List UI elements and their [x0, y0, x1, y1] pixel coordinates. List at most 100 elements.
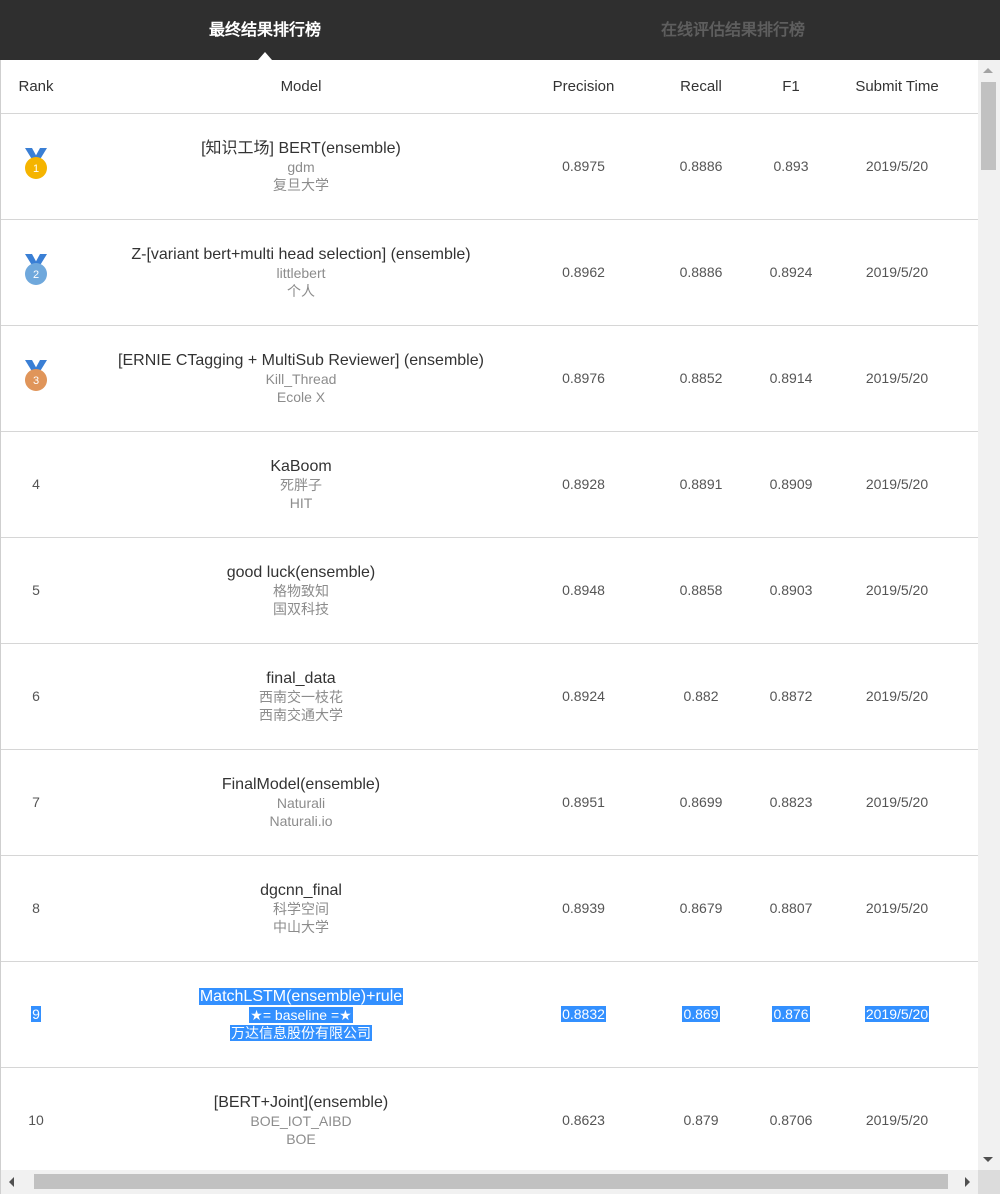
cell-recall-value: 0.8679 — [679, 899, 723, 916]
horizontal-scrollbar[interactable] — [1, 1170, 978, 1194]
team-name: gdm — [287, 159, 315, 175]
cell-submit-time: 2019/5/20 — [816, 961, 978, 1068]
cell-rank: 7 — [1, 749, 71, 856]
svg-text:2: 2 — [33, 269, 39, 281]
cell-precision-value: 0.8976 — [562, 369, 605, 386]
cell-precision-value: 0.8939 — [562, 899, 605, 916]
cell-rank: 6 — [1, 643, 71, 750]
cell-submit-time: 2019/5/20 — [816, 855, 978, 962]
cell-f1-value: 0.8914 — [769, 369, 813, 386]
model-name[interactable]: [知识工场] BERT(ensemble) — [201, 140, 401, 157]
cell-recall: 0.8858 — [636, 537, 766, 644]
cell-f1: 0.8706 — [766, 1067, 816, 1170]
team-name: 西南交一枝花 — [259, 689, 343, 705]
cell-f1: 0.893 — [766, 113, 816, 220]
organization-name: 复旦大学 — [273, 177, 329, 193]
team-name: BOE_IOT_AIBD — [250, 1113, 352, 1129]
model-name[interactable]: final_data — [266, 670, 335, 687]
cell-model: [BERT+Joint](ensemble) BOE_IOT_AIBD BOE — [71, 1067, 531, 1170]
cell-submit-time-value: 2019/5/20 — [865, 263, 929, 280]
svg-text:1: 1 — [33, 163, 39, 175]
header-precision: Precision — [531, 60, 636, 114]
cell-submit-time: 2019/5/20 — [816, 749, 978, 856]
rank-number: 9 — [31, 1005, 41, 1022]
organization-name: Naturali.io — [269, 813, 333, 829]
scroll-up-arrow-icon[interactable] — [983, 68, 993, 73]
model-name[interactable]: Z-[variant bert+multi head selection] (e… — [131, 246, 470, 263]
scroll-right-arrow-icon[interactable] — [965, 1177, 970, 1187]
cell-precision: 0.8623 — [531, 1067, 636, 1170]
horizontal-scroll-thumb[interactable] — [34, 1174, 948, 1189]
cell-f1: 0.8872 — [766, 643, 816, 750]
cell-precision: 0.8939 — [531, 855, 636, 962]
cell-submit-time-value: 2019/5/20 — [865, 581, 929, 598]
organization-name: 国双科技 — [273, 601, 329, 617]
cell-f1-value: 0.8807 — [769, 899, 813, 916]
cell-model: Z-[variant bert+multi head selection] (e… — [71, 219, 531, 326]
table-body: 1 [知识工场] BERT(ensemble) gdm 复旦大学 0.8975 0.888… — [1, 113, 978, 1170]
tab-online-leaderboard[interactable]: 在线评估结果排行榜 — [618, 0, 848, 60]
team-name: Kill_Thread — [265, 371, 337, 387]
cell-f1: 0.8909 — [766, 431, 816, 538]
cell-submit-time-value: 2019/5/20 — [864, 1005, 930, 1022]
header-f1: F1 — [766, 60, 816, 114]
cell-rank: 4 — [1, 431, 71, 538]
cell-precision: 0.8951 — [531, 749, 636, 856]
cell-submit-time: 2019/5/20 — [816, 325, 978, 432]
scroll-down-arrow-icon[interactable] — [983, 1157, 993, 1162]
cell-f1-value: 0.8706 — [769, 1111, 813, 1128]
table-row: 3 [ERNIE CTagging + MultiSub Reviewer] (e… — [1, 325, 978, 432]
vertical-scrollbar[interactable] — [978, 60, 1000, 1170]
cell-model: FinalModel(ensemble) Naturali Naturali.io — [71, 749, 531, 856]
cell-f1: 0.8914 — [766, 325, 816, 432]
model-name[interactable]: MatchLSTM(ensemble)+rule — [198, 988, 404, 1005]
cell-recall-value: 0.879 — [683, 1111, 719, 1128]
model-name[interactable]: KaBoom — [270, 458, 331, 475]
cell-submit-time: 2019/5/20 — [816, 219, 978, 326]
cell-f1-value: 0.8903 — [769, 581, 813, 598]
cell-f1-value: 0.876 — [772, 1005, 810, 1022]
cell-precision: 0.8962 — [531, 219, 636, 326]
team-name: ★= baseline =★ — [249, 1007, 353, 1023]
table-row: 1 [知识工场] BERT(ensemble) gdm 复旦大学 0.8975 0.888… — [1, 113, 978, 220]
cell-precision-value: 0.8951 — [562, 793, 605, 810]
cell-recall-value: 0.8858 — [679, 581, 723, 598]
rank-number: 7 — [32, 793, 40, 810]
leaderboard-table-container: Rank Model Precision Recall F1 Submit Ti… — [1, 60, 978, 1170]
tab-final-leaderboard[interactable]: 最终结果排行榜 — [150, 0, 380, 60]
model-name[interactable]: good luck(ensemble) — [227, 564, 376, 581]
bronze-medal-icon: 3 — [25, 360, 47, 391]
scroll-left-arrow-icon[interactable] — [9, 1177, 14, 1187]
cell-recall: 0.8891 — [636, 431, 766, 538]
cell-rank: 8 — [1, 855, 71, 962]
organization-name: 中山大学 — [273, 919, 329, 935]
cell-rank: 2 — [1, 219, 71, 326]
cell-f1-value: 0.8924 — [769, 263, 813, 280]
table-row: 7 FinalModel(ensemble) Naturali Naturali.io… — [1, 749, 978, 856]
cell-f1-value: 0.8872 — [769, 687, 813, 704]
cell-f1-value: 0.8823 — [769, 793, 813, 810]
cell-f1: 0.876 — [766, 961, 816, 1068]
leaderboard-tab-bar: 最终结果排行榜 在线评估结果排行榜 — [0, 0, 1000, 60]
cell-submit-time-value: 2019/5/20 — [865, 899, 929, 916]
cell-precision-value: 0.8928 — [562, 475, 605, 492]
vertical-scroll-thumb[interactable] — [981, 82, 996, 170]
organization-name: 万达信息股份有限公司 — [230, 1025, 372, 1041]
organization-name: 个人 — [287, 283, 315, 299]
organization-name: BOE — [286, 1131, 316, 1147]
model-name[interactable]: [BERT+Joint](ensemble) — [214, 1094, 388, 1111]
cell-precision-value: 0.8924 — [562, 687, 605, 704]
cell-model: [ERNIE CTagging + MultiSub Reviewer] (en… — [71, 325, 531, 432]
cell-recall: 0.8886 — [636, 219, 766, 326]
model-name[interactable]: dgcnn_final — [260, 882, 342, 899]
model-name[interactable]: [ERNIE CTagging + MultiSub Reviewer] (en… — [118, 352, 484, 369]
cell-recall: 0.8886 — [636, 113, 766, 220]
cell-f1-value: 0.893 — [773, 157, 809, 174]
header-submit-time: Submit Time — [816, 60, 978, 114]
scrollbar-corner — [978, 1170, 1000, 1194]
cell-submit-time: 2019/5/20 — [816, 431, 978, 538]
cell-recall: 0.8852 — [636, 325, 766, 432]
cell-recall-value: 0.8852 — [679, 369, 723, 386]
table-row: 8 dgcnn_final 科学空间 中山大学 0.8939 0.8679 0.8807 20… — [1, 855, 978, 962]
model-name[interactable]: FinalModel(ensemble) — [222, 776, 380, 793]
